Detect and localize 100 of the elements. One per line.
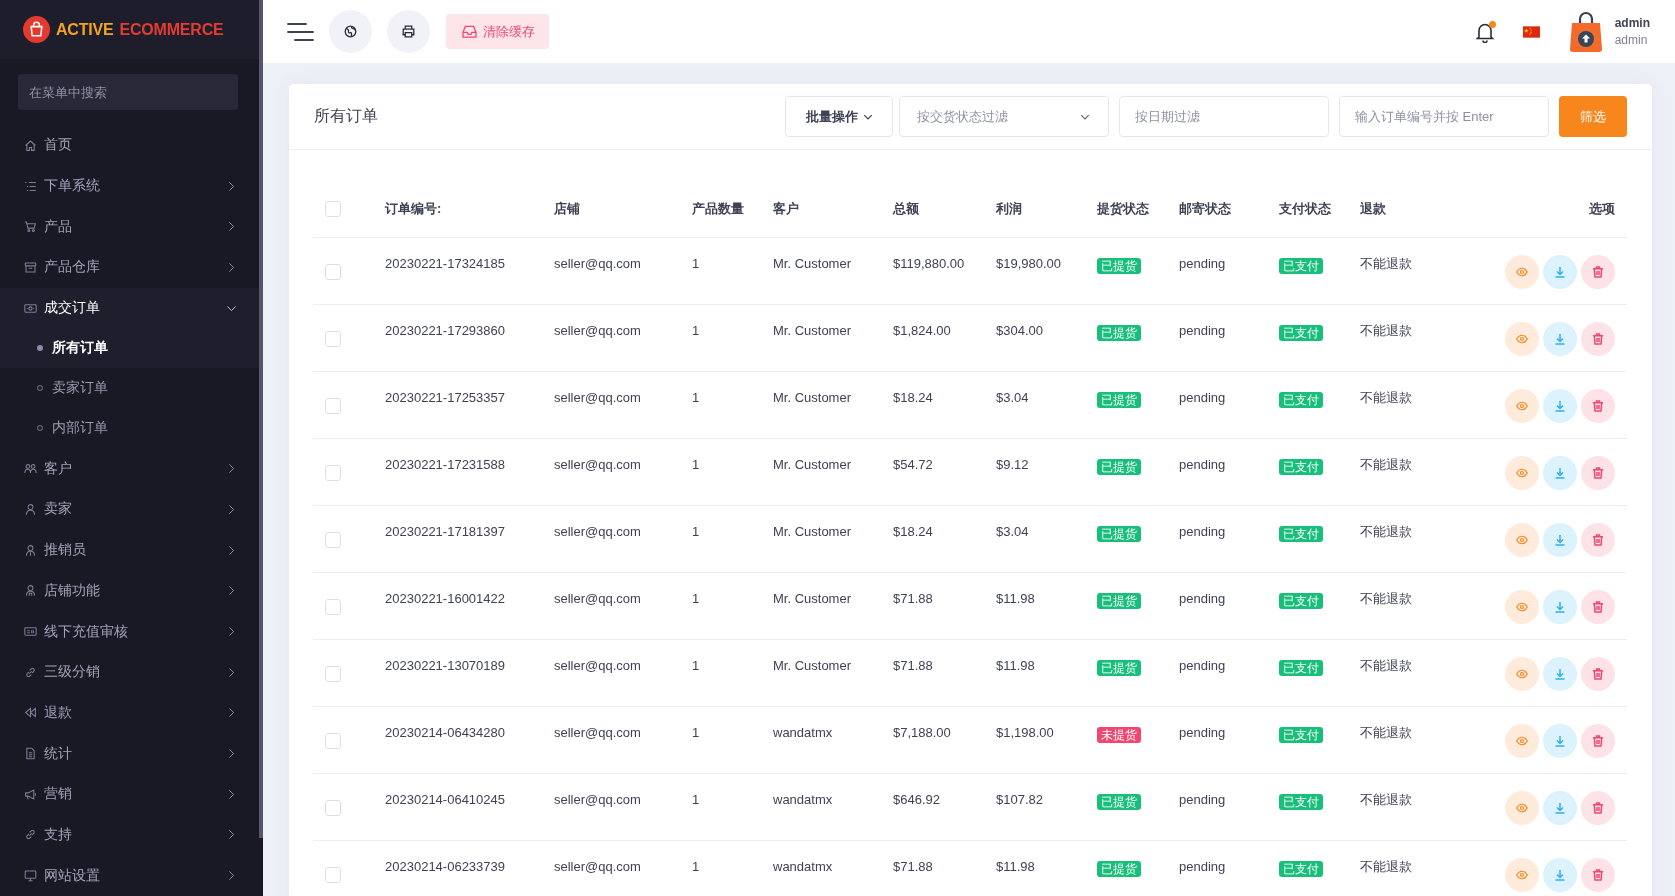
table-cell-text: pending [1179, 456, 1227, 474]
menu-search-field[interactable]: 在菜单中搜索 [18, 74, 238, 110]
checkbox[interactable] [325, 331, 341, 347]
notification-button[interactable] [1474, 20, 1495, 43]
trash-icon [1592, 266, 1604, 278]
scrollbar[interactable] [259, 0, 263, 838]
table-cell-text: Mr. Customer [773, 322, 852, 340]
download-icon [1554, 869, 1566, 881]
checkbox[interactable] [325, 200, 341, 217]
sidebar-item[interactable]: 成交订单 [0, 287, 259, 329]
submenu-item[interactable]: 卖家订单 [0, 368, 259, 409]
view-button[interactable] [1505, 523, 1539, 557]
person-icon [24, 502, 37, 516]
globe-button[interactable] [329, 10, 372, 53]
delete-button[interactable] [1581, 590, 1615, 624]
table-cell-text: seller@qq.com [554, 724, 642, 742]
sidebar-item[interactable]: 下单系统 [0, 165, 259, 207]
table-cell-text: seller@qq.com [554, 657, 642, 675]
checkbox[interactable] [325, 666, 341, 682]
table-cell-text: $7,188.00 [893, 724, 952, 742]
checkbox[interactable] [325, 465, 341, 481]
delete-button[interactable] [1581, 791, 1615, 825]
download-button[interactable] [1543, 724, 1577, 758]
chevron-right-icon [226, 870, 237, 882]
view-button[interactable] [1505, 724, 1539, 758]
delete-button[interactable] [1581, 523, 1615, 557]
download-button[interactable] [1543, 590, 1577, 624]
sidebar-item[interactable]: 店铺功能 [0, 570, 259, 612]
payment-status-badge: 已支付 [1279, 459, 1323, 475]
view-button[interactable] [1505, 255, 1539, 289]
download-button[interactable] [1543, 255, 1577, 289]
sidebar-item[interactable]: 三级分销 [0, 651, 259, 693]
download-button[interactable] [1543, 322, 1577, 356]
delete-button[interactable] [1581, 657, 1615, 691]
delete-button[interactable] [1581, 858, 1615, 892]
table-cell-text: $304.00 [996, 322, 1044, 340]
view-button[interactable] [1505, 456, 1539, 490]
view-button[interactable] [1505, 590, 1539, 624]
sidebar-item[interactable]: 卖家 [0, 489, 259, 530]
delete-button[interactable] [1581, 255, 1615, 289]
delete-button[interactable] [1581, 456, 1615, 490]
menu-button[interactable] [287, 21, 314, 42]
table-cell-text: 20230214-06410245 [385, 791, 506, 809]
order-search-field[interactable]: 输入订单编号并按 Enter [1339, 96, 1549, 137]
table-cell-text: seller@qq.com [554, 523, 642, 541]
view-button[interactable] [1505, 389, 1539, 423]
view-button[interactable] [1505, 657, 1539, 691]
checkbox[interactable] [325, 264, 341, 280]
table-cell-text: wandatmx [773, 858, 834, 876]
printer-button[interactable] [387, 10, 430, 53]
download-button[interactable] [1543, 523, 1577, 557]
sidebar-item[interactable]: 客户 [0, 448, 259, 490]
download-button[interactable] [1543, 858, 1577, 892]
checkbox[interactable] [325, 398, 341, 414]
delete-button[interactable] [1581, 724, 1615, 758]
column-header: 产品数量 [692, 199, 745, 218]
checkbox[interactable] [325, 800, 341, 816]
sidebar-item[interactable]: 网站设置 [0, 855, 259, 896]
view-button[interactable] [1505, 322, 1539, 356]
table-cell-text: $3.04 [996, 523, 1030, 541]
sidebar-item[interactable]: 推销员 [0, 529, 259, 571]
table-cell-text: 不能退款 [1360, 590, 1413, 608]
ring-icon [37, 385, 43, 392]
sidebar-item[interactable]: 线下充值审核 [0, 611, 259, 652]
table-cell-text: 不能退款 [1360, 389, 1413, 407]
sidebar-item[interactable]: 退款 [0, 692, 259, 734]
table-cell-text: $71.88 [893, 657, 934, 675]
download-button[interactable] [1543, 791, 1577, 825]
checkbox[interactable] [325, 867, 341, 883]
table-cell-text: Mr. Customer [773, 590, 852, 608]
sidebar-item[interactable]: 产品仓库 [0, 247, 259, 288]
download-button[interactable] [1543, 389, 1577, 423]
date-filter-field[interactable]: 按日期过滤 [1119, 96, 1329, 137]
download-button[interactable] [1543, 456, 1577, 490]
delete-button[interactable] [1581, 322, 1615, 356]
chevron-right-icon [226, 707, 237, 719]
sidebar-item[interactable]: 统计 [0, 733, 259, 774]
sidebar-item[interactable]: 产品 [0, 206, 259, 248]
flag-icon[interactable] [1522, 25, 1540, 38]
view-button[interactable] [1505, 858, 1539, 892]
table-cell-text: $71.88 [893, 858, 934, 876]
checkbox[interactable] [325, 733, 341, 749]
sidebar-item[interactable]: 首页 [0, 125, 259, 166]
table-cell-text: 1 [692, 858, 701, 876]
checkbox[interactable] [325, 532, 341, 548]
logo-icon[interactable] [23, 16, 50, 44]
delete-button[interactable] [1581, 389, 1615, 423]
column-header: 利润 [996, 199, 1023, 218]
submenu-item[interactable]: 内部订单 [0, 408, 259, 449]
payment-status-badge: 已支付 [1279, 660, 1323, 676]
shopping-bag-avatar-icon[interactable] [1568, 10, 1603, 53]
ticket-icon [24, 301, 37, 315]
download-button[interactable] [1543, 657, 1577, 691]
sidebar-item[interactable]: 营销 [0, 773, 259, 815]
view-button[interactable] [1505, 791, 1539, 825]
checkbox[interactable] [325, 599, 341, 615]
bulk-action-button[interactable]: 批量操作 [785, 96, 893, 137]
table-cell-text: 20230221-17253357 [385, 389, 506, 407]
submenu-item[interactable]: 所有订单 [0, 328, 259, 369]
sidebar-item[interactable]: 支持 [0, 814, 259, 856]
